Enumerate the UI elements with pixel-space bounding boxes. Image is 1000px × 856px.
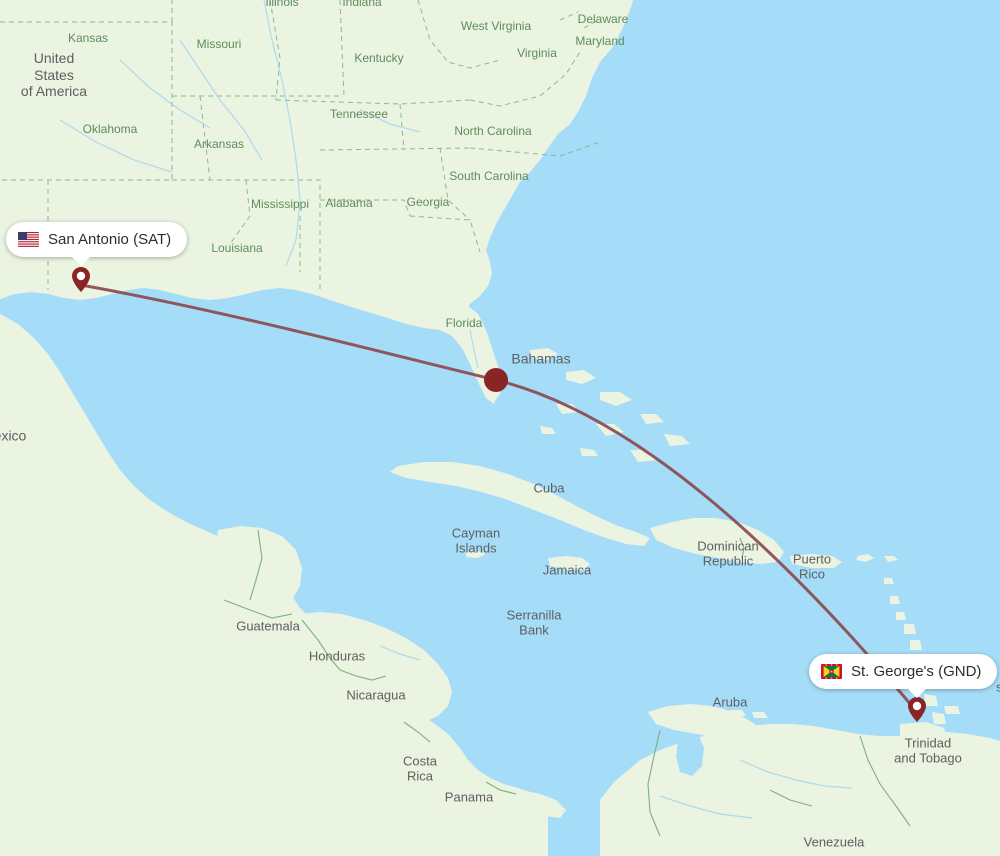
destination-pin-marker[interactable] (908, 697, 926, 722)
destination-airport-callout[interactable]: St. George's (GND) (809, 654, 998, 698)
destination-airport-label: St. George's (GND) (851, 663, 982, 680)
origin-pin-marker[interactable] (72, 267, 90, 292)
callout-tail (71, 256, 91, 266)
basemap-layer (0, 0, 1000, 856)
flag-united-states-icon (18, 232, 39, 247)
flag-grenada-icon (821, 664, 842, 679)
origin-airport-callout[interactable]: San Antonio (SAT) (6, 222, 188, 266)
route-waypoint-marker[interactable] (484, 368, 508, 392)
callout-tail (907, 688, 927, 698)
flight-route-map[interactable]: United States of AmericaMexicoGuatemalaH… (0, 0, 1000, 856)
origin-airport-label: San Antonio (SAT) (48, 231, 172, 248)
